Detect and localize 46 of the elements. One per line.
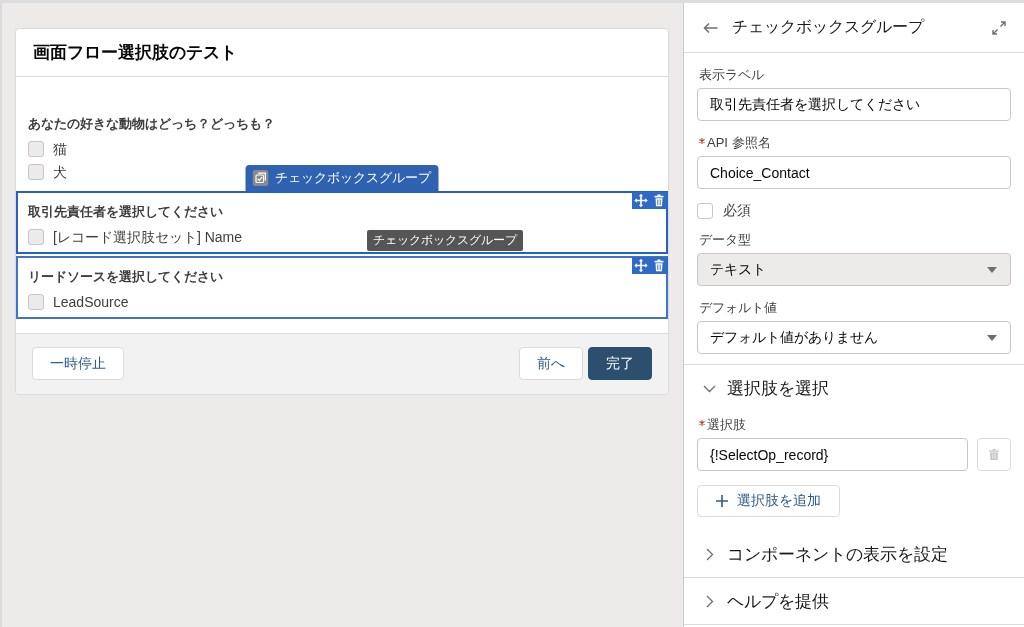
field-label: API 参照名 — [707, 134, 771, 152]
component-label: あなたの好きな動物はどっち？どっちも？ — [28, 115, 276, 133]
trash-icon — [989, 449, 999, 460]
component-type-text: チェックボックスグループ — [274, 169, 431, 187]
checkbox[interactable] — [697, 203, 713, 219]
expand-icon[interactable] — [992, 20, 1006, 35]
component-frame[interactable]: リードソースを選択してください LeadSource — [16, 256, 668, 319]
secondary-button[interactable]: 前へ — [519, 347, 583, 380]
add-choice-button[interactable]: 選択肢を追加 — [697, 485, 840, 517]
move-icon[interactable] — [632, 257, 650, 274]
caret-icon — [987, 334, 997, 341]
panel-title: チェックボックスグループ — [732, 17, 926, 37]
caret-icon — [987, 266, 997, 273]
option-label: [レコード選択肢セット] Name — [53, 227, 242, 246]
checkbox-tile-icon — [252, 170, 269, 186]
checkbox[interactable] — [28, 140, 44, 157]
trash-icon[interactable] — [650, 192, 668, 209]
screen-title: 画面フロー選択肢のテスト — [33, 42, 237, 64]
tooltip: チェックボックスグループ — [367, 230, 523, 251]
text-input[interactable]: {!SelectOp_record} — [697, 438, 968, 471]
option-label: LeadSource — [53, 292, 129, 311]
field-label: 選択肢 — [707, 416, 746, 434]
field-label: 表示ラベル — [699, 66, 764, 84]
option-label: 猫 — [53, 139, 67, 158]
text-input[interactable]: 取引先責任者を選択してください — [697, 88, 1011, 121]
field-label: デフォルト値 — [699, 299, 777, 317]
select-field[interactable]: デフォルト値がありません — [697, 321, 1011, 354]
primary-button[interactable]: 完了 — [588, 347, 652, 380]
section-header[interactable]: ヘルプを提供 — [684, 578, 1024, 624]
component-frame[interactable]: 取引先責任者を選択してください [レコード選択肢セット] Name チェックボックスグループ — [16, 191, 668, 254]
section-header[interactable]: コンポーネントの表示を設定 — [684, 531, 1024, 577]
section-header[interactable]: 選択肢を選択 — [684, 365, 1024, 411]
component-label: 取引先責任者を選択してください — [28, 203, 224, 221]
back-icon[interactable] — [703, 21, 718, 34]
text-input[interactable]: Choice_Contact — [697, 156, 1011, 189]
field-label: データ型 — [699, 231, 751, 249]
checkbox[interactable] — [28, 163, 44, 180]
secondary-button[interactable]: 一時停止 — [32, 347, 124, 380]
checkbox[interactable] — [28, 293, 44, 310]
component-label: リードソースを選択してください — [28, 268, 224, 286]
checkbox-label: 必須 — [723, 202, 751, 220]
plus-icon — [716, 495, 728, 507]
move-icon[interactable] — [632, 192, 650, 209]
checkbox[interactable] — [28, 228, 44, 245]
option-label: 犬 — [53, 162, 67, 181]
trash-icon[interactable] — [650, 257, 668, 274]
